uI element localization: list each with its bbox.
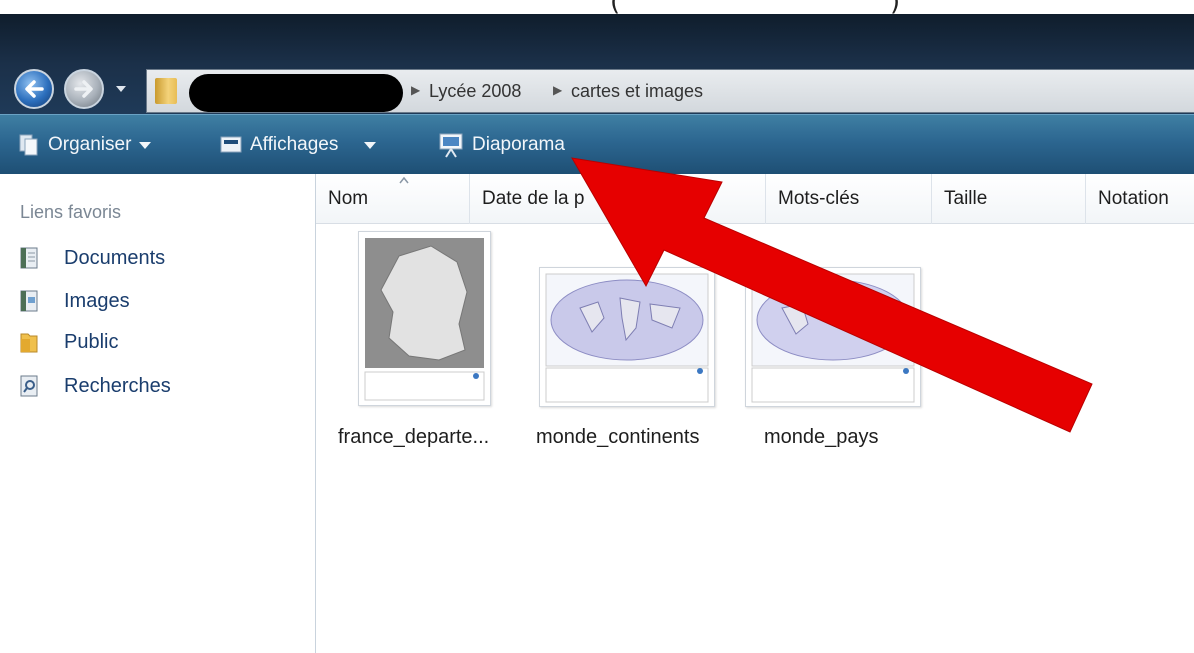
breadcrumb-separator-icon[interactable]: ▶ [411,83,420,97]
sidebar-item-searches[interactable]: Recherches [20,372,171,400]
sidebar-item-documents[interactable]: Documents [20,244,165,272]
breadcrumb-lycee-2008[interactable]: Lycée 2008 [429,81,521,102]
file-thumbnail [539,267,715,407]
file-name: monde_pays [764,426,879,448]
file-item[interactable]: france_departe... [316,174,516,464]
world-countries-thumbnail-icon [751,273,915,403]
navigation-pane: Liens favoris Documents Images Public Re… [0,174,316,653]
address-bar[interactable]: ▶ Lycée 2008 ▶ cartes et images [146,69,1194,113]
organize-dropdown-icon [139,141,152,149]
slideshow-label: Diaporama [472,134,565,155]
breadcrumb-cartes-et-images[interactable]: cartes et images [571,81,703,102]
organize-label: Organiser [48,134,132,155]
file-name: monde_continents [536,426,700,448]
folder-icon [155,78,177,104]
slideshow-icon [439,133,463,158]
column-header-rating[interactable]: Notation [1086,174,1194,224]
documents-icon [20,247,38,269]
command-toolbar: Organiser Affichages Diaporama [0,114,1194,174]
file-item[interactable]: monde_pays [736,174,936,464]
folder-icon [20,333,38,353]
file-item[interactable]: monde_continents [526,174,736,464]
world-continents-thumbnail-icon [545,273,709,403]
organize-button[interactable]: Organiser [18,133,152,157]
sidebar-item-label: Recherches [64,374,171,397]
recent-pages-dropdown-icon[interactable] [114,84,128,94]
forward-button[interactable] [64,69,104,109]
column-header-size[interactable]: Taille [932,174,1086,224]
views-label: Affichages [250,134,339,155]
slideshow-button[interactable]: Diaporama [438,133,565,158]
sidebar-item-label: Public [64,330,119,353]
sidebar-item-public[interactable]: Public [20,328,118,356]
redacted-path-segment [189,74,403,112]
sidebar-item-label: Documents [64,246,166,269]
navigation-bar: ▶ Lycée 2008 ▶ cartes et images [0,14,1194,114]
back-button[interactable] [14,69,54,109]
column-header-label: Taille [944,188,988,209]
breadcrumb-separator-icon[interactable]: ▶ [553,83,562,97]
column-header-label: Notation [1098,188,1169,209]
views-icon [220,136,242,153]
sidebar-item-label: Images [64,289,130,312]
file-thumbnail [358,231,491,406]
views-button[interactable]: Affichages [220,133,377,157]
forward-arrow-icon [74,80,93,98]
sidebar-item-images[interactable]: Images [20,287,130,315]
searches-icon [20,375,38,397]
organize-icon [19,134,38,156]
pictures-icon [20,290,38,312]
file-name: france_departe... [338,426,490,448]
favorite-links-heading: Liens favoris [20,202,122,222]
file-thumbnail [745,267,921,407]
file-list-pane: Nom Date de la p Mots-clés Taille Notati… [316,174,1194,653]
views-dropdown-icon [364,141,377,149]
france-map-thumbnail-icon [364,238,485,401]
top-strip: ( ) [0,0,1194,17]
back-arrow-icon [25,80,44,98]
